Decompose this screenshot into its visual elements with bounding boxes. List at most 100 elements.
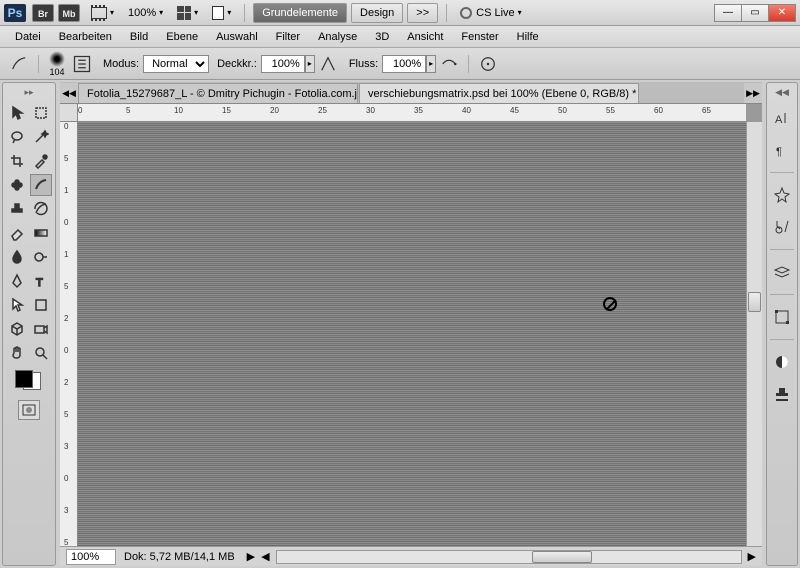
eraser-tool[interactable]: [6, 222, 28, 244]
screenmode-dropdown[interactable]: [207, 3, 236, 23]
eyedropper-tool[interactable]: [30, 150, 52, 172]
menu-fenster[interactable]: Fenster: [452, 28, 507, 46]
document-tab[interactable]: verschiebungsmatrix.psd bei 100% (Ebene …: [359, 83, 639, 103]
marquee-tool[interactable]: [30, 102, 52, 124]
color-swatches[interactable]: [15, 364, 43, 392]
opacity-pressure-toggle[interactable]: [317, 53, 339, 75]
layers-panel-icon[interactable]: [770, 260, 794, 284]
navigator-panel-icon[interactable]: [770, 183, 794, 207]
menu-hilfe[interactable]: Hilfe: [508, 28, 548, 46]
vertical-scrollbar[interactable]: [746, 122, 762, 546]
opacity-input[interactable]: 100%: [261, 55, 305, 73]
deckkr-label: Deckkr.:: [217, 58, 257, 70]
minibridge-button[interactable]: Mb: [58, 4, 80, 22]
status-flyout[interactable]: ▶: [247, 550, 255, 563]
menu-ebene[interactable]: Ebene: [157, 28, 207, 46]
zoom-input[interactable]: 100%: [66, 549, 116, 565]
flow-input[interactable]: 100%: [382, 55, 426, 73]
doc-size-label: Dok: 5,72 MB/14,1 MB: [124, 551, 235, 563]
menu-filter[interactable]: Filter: [267, 28, 309, 46]
menu-auswahl[interactable]: Auswahl: [207, 28, 267, 46]
styles-panel-icon[interactable]: [770, 382, 794, 406]
canvas-viewport: 05101520253035404550556065 0510152025303…: [60, 104, 762, 566]
wand-tool[interactable]: [30, 126, 52, 148]
film-icon: [91, 7, 107, 19]
hand-tool[interactable]: [6, 342, 28, 364]
menu-ansicht[interactable]: Ansicht: [398, 28, 452, 46]
cslive-dropdown[interactable]: CS Live: [455, 4, 527, 22]
tablet-pressure-toggle[interactable]: [477, 53, 499, 75]
quickmask-toggle[interactable]: [18, 400, 40, 420]
menu-bearbeiten[interactable]: Bearbeiten: [50, 28, 121, 46]
svg-text:¶: ¶: [776, 146, 782, 158]
lasso-tool[interactable]: [6, 126, 28, 148]
bridge-button[interactable]: Br: [32, 4, 54, 22]
opacity-flyout[interactable]: ▸: [305, 55, 315, 73]
gradient-tool[interactable]: [30, 222, 52, 244]
tab-scroll-left[interactable]: ◀◀: [60, 83, 78, 103]
path-select-tool[interactable]: [6, 294, 28, 316]
menu-3d[interactable]: 3D: [366, 28, 398, 46]
close-button[interactable]: ✕: [768, 4, 796, 22]
blur-tool[interactable]: [6, 246, 28, 268]
dodge-tool[interactable]: [30, 246, 52, 268]
menu-datei[interactable]: Datei: [6, 28, 50, 46]
workspace-grundelemente[interactable]: Grundelemente: [253, 3, 347, 23]
arrange-dropdown[interactable]: [172, 3, 203, 23]
document-tab[interactable]: Fotolia_15279687_L - © Dmitry Pichugin -…: [78, 83, 358, 103]
document-area: ◀◀ Fotolia_15279687_L - © Dmitry Pichugi…: [60, 82, 762, 566]
panel-dock: ◀◀ A ¶: [766, 82, 798, 566]
horizontal-scrollbar[interactable]: [276, 550, 742, 564]
forbidden-cursor-icon: [603, 297, 617, 311]
workspace-more[interactable]: >>: [407, 3, 438, 23]
fluss-label: Fluss:: [349, 58, 378, 70]
scrollbar-thumb[interactable]: [748, 292, 761, 312]
tab-scroll-right[interactable]: ▶▶: [744, 83, 762, 103]
tab-label: Fotolia_15279687_L - © Dmitry Pichugin -…: [87, 88, 358, 100]
history-brush-tool[interactable]: [30, 198, 52, 220]
zoom-dropdown[interactable]: 100%: [123, 4, 168, 22]
vertical-ruler[interactable]: 05101520253035: [60, 122, 78, 546]
3d-camera-tool[interactable]: [30, 318, 52, 340]
workspace-design[interactable]: Design: [351, 3, 403, 23]
ruler-origin[interactable]: [60, 104, 78, 122]
pen-tool[interactable]: [6, 270, 28, 292]
minimize-button[interactable]: —: [714, 4, 742, 22]
brush-preview-icon[interactable]: [49, 51, 65, 67]
blend-mode-select[interactable]: Normal: [143, 55, 209, 73]
brush-size-value: 104: [49, 67, 65, 77]
grid-icon: [177, 6, 191, 20]
history-panel-icon[interactable]: [770, 215, 794, 239]
scrollbar-thumb[interactable]: [532, 551, 592, 563]
character-panel-icon[interactable]: A: [770, 106, 794, 130]
move-tool[interactable]: [6, 102, 28, 124]
flow-flyout[interactable]: ▸: [426, 55, 436, 73]
airbrush-toggle[interactable]: [438, 53, 460, 75]
menu-analyse[interactable]: Analyse: [309, 28, 366, 46]
svg-text:T: T: [36, 277, 43, 289]
fg-color-swatch[interactable]: [15, 370, 33, 388]
horizontal-ruler[interactable]: 05101520253035404550556065: [78, 104, 746, 122]
adjustments-panel-icon[interactable]: [770, 350, 794, 374]
transform-panel-icon[interactable]: [770, 305, 794, 329]
svg-text:A: A: [775, 114, 783, 126]
brush-tool[interactable]: [30, 174, 52, 196]
heal-tool[interactable]: [6, 174, 28, 196]
paragraph-panel-icon[interactable]: ¶: [770, 138, 794, 162]
canvas-image: [78, 122, 746, 546]
shape-tool[interactable]: [30, 294, 52, 316]
crop-tool[interactable]: [6, 150, 28, 172]
zoom-tool[interactable]: [30, 342, 52, 364]
tool-preset-picker[interactable]: [8, 53, 30, 75]
maximize-button[interactable]: ▭: [741, 4, 769, 22]
title-bar: Ps Br Mb 100% Grundelemente Design >> CS…: [0, 0, 800, 26]
brush-panel-toggle[interactable]: [71, 53, 93, 75]
menu-bild[interactable]: Bild: [121, 28, 157, 46]
view-extras-dropdown[interactable]: [86, 4, 119, 22]
type-tool[interactable]: T: [30, 270, 52, 292]
stamp-tool[interactable]: [6, 198, 28, 220]
canvas[interactable]: [78, 122, 746, 546]
cslive-icon: [460, 7, 472, 19]
3d-tool[interactable]: [6, 318, 28, 340]
document-tabs: ◀◀ Fotolia_15279687_L - © Dmitry Pichugi…: [60, 82, 762, 104]
